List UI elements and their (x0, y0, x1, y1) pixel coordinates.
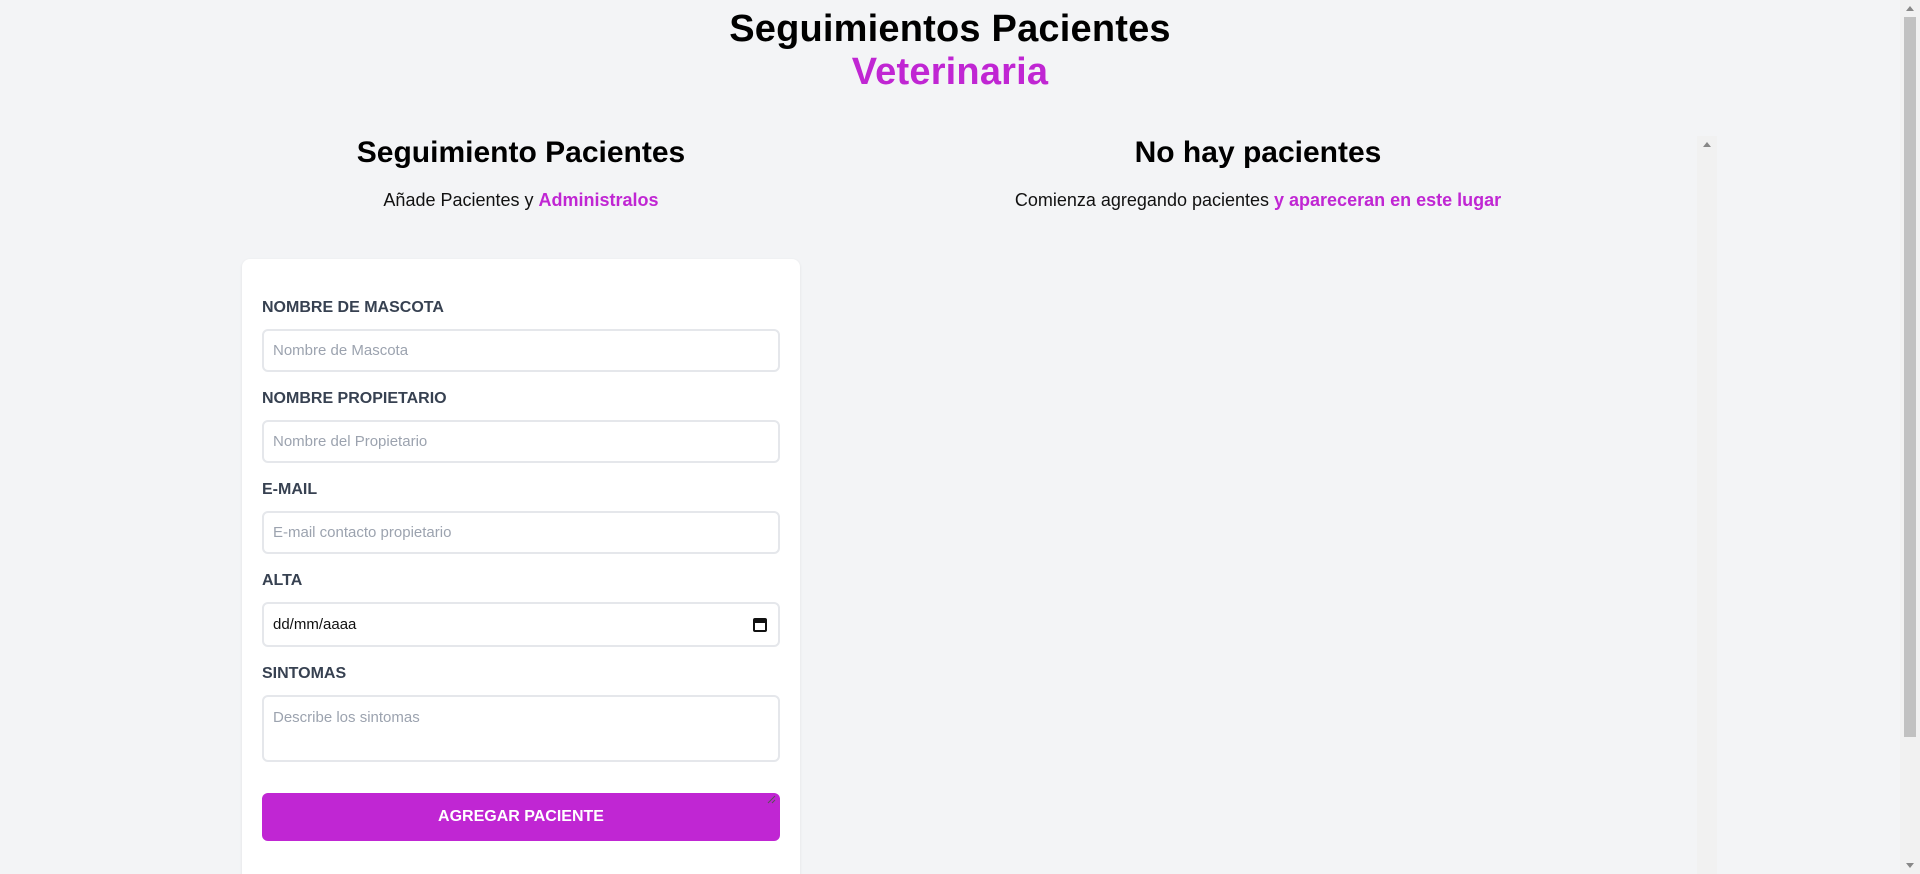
discharge-date-field: Alta dd/mm/aaaa (262, 572, 780, 647)
page-scrollbar[interactable] (1900, 0, 1920, 874)
pet-name-label: Nombre de Mascota (262, 299, 444, 316)
symptoms-field: Sintomas (262, 665, 780, 767)
email-field: E-mail (262, 481, 780, 554)
form-subtitle-accent: Administralos (538, 190, 659, 210)
list-subtitle-accent: y apareceran en este lugar (1274, 190, 1502, 210)
page-scroll-down-arrow-icon[interactable] (1906, 863, 1914, 868)
page-scrollbar-thumb[interactable] (1904, 17, 1916, 737)
list-heading: No hay pacientes (1134, 136, 1382, 169)
symptoms-label: Sintomas (262, 665, 347, 682)
form-heading: Seguimiento Pacientes (356, 136, 686, 169)
owner-name-label: Nombre Propietario (262, 390, 447, 407)
add-patient-button[interactable]: Agregar Paciente (262, 793, 780, 841)
form-section: Seguimiento Pacientes Añade Pacientes y … (242, 136, 800, 874)
discharge-date-label: Alta (262, 572, 303, 589)
page-title-main: Seguimientos Pacientes (729, 8, 1171, 50)
list-subtitle-plain: Comienza agregando pacientes (1014, 190, 1275, 210)
email-input[interactable] (262, 511, 780, 554)
pet-name-input[interactable] (262, 329, 780, 372)
page-title: Seguimientos Pacientes Veterinaria (0, 8, 1900, 93)
discharge-date-value: dd/mm/aaaa (273, 616, 357, 633)
form-subtitle: Añade Pacientes y Administralos (242, 190, 800, 211)
scroll-up-arrow-icon[interactable] (1703, 142, 1711, 147)
page-title-accent: Veterinaria (851, 50, 1049, 93)
owner-name-input[interactable] (262, 420, 780, 463)
pet-name-field: Nombre de Mascota (262, 299, 780, 372)
patient-form: Nombre de Mascota Nombre Propietario E-m… (242, 259, 800, 874)
discharge-date-input[interactable]: dd/mm/aaaa (262, 602, 780, 647)
patient-list-scrollbar[interactable] (1697, 136, 1717, 874)
list-subtitle: Comienza agregando pacientes y aparecera… (833, 190, 1683, 211)
page-scroll-up-arrow-icon[interactable] (1906, 6, 1914, 11)
symptoms-textarea[interactable] (262, 695, 780, 762)
patient-list-section: No hay pacientes Comienza agregando paci… (833, 136, 1886, 211)
email-label: E-mail (262, 481, 318, 498)
page-header: Seguimientos Pacientes Veterinaria (0, 8, 1900, 93)
form-subtitle-plain: Añade Pacientes y (383, 190, 539, 210)
owner-name-field: Nombre Propietario (262, 390, 780, 463)
resize-grip-icon[interactable] (767, 795, 776, 804)
calendar-icon[interactable] (753, 617, 767, 632)
